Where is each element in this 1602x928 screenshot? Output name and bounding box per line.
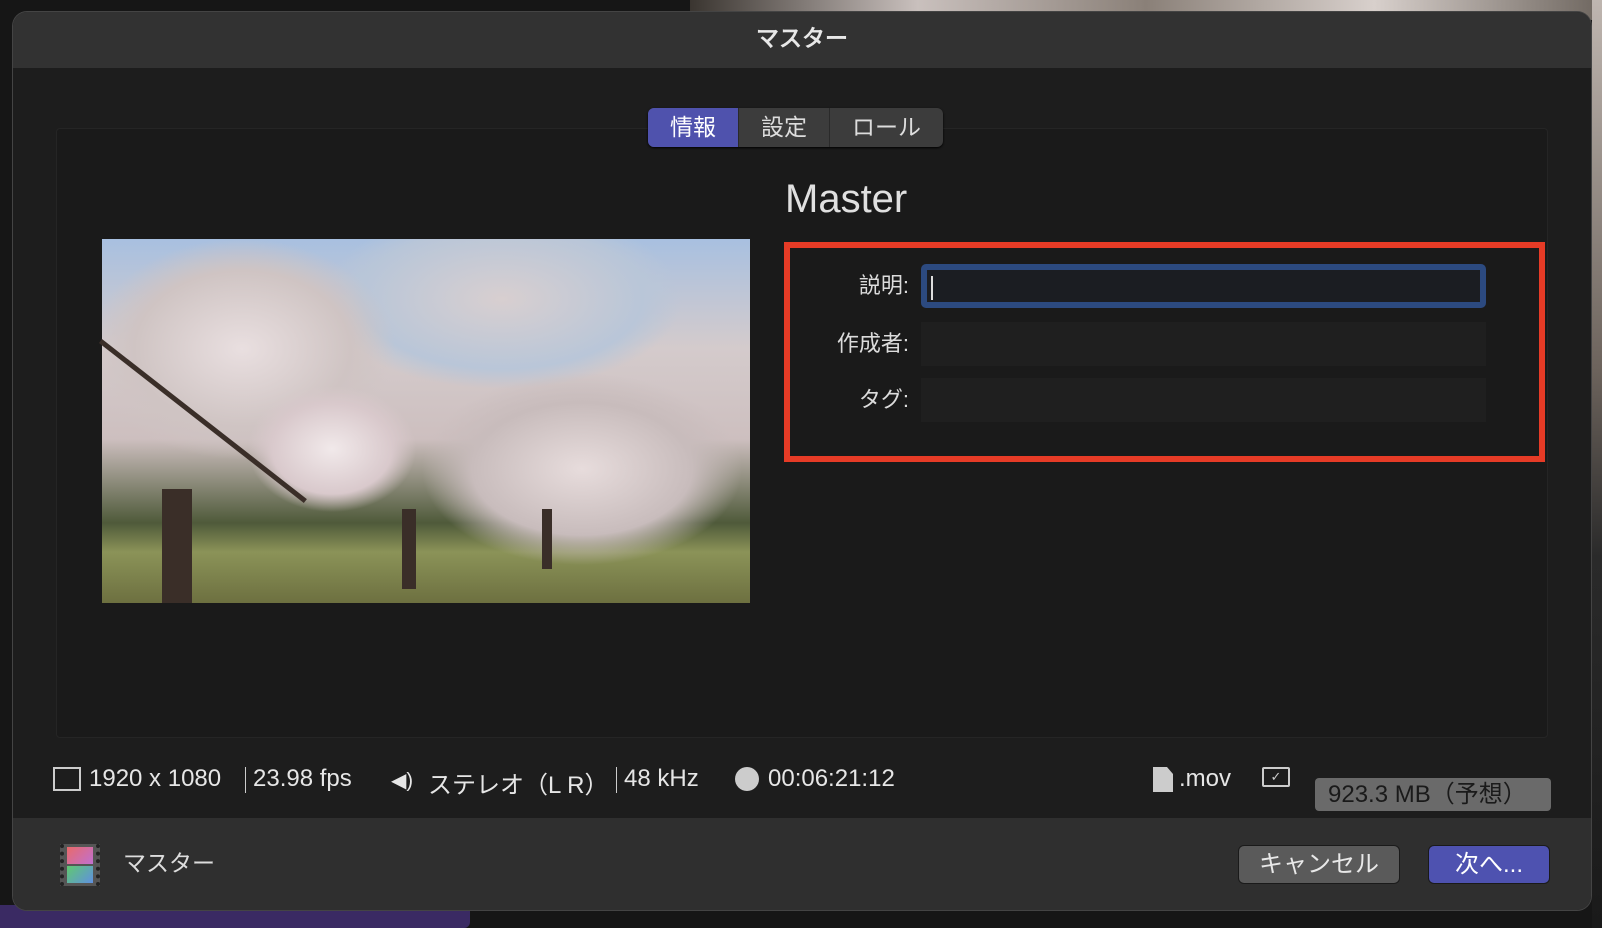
tab-settings[interactable]: 設定 [739, 108, 830, 147]
description-label: 説明: [858, 273, 909, 298]
share-dialog: マスター 情報 設定 ロール Master 説明: 作成者: タグ: 1920 … [13, 12, 1591, 910]
file-icon [1153, 767, 1173, 792]
description-row: 説明: [790, 261, 1539, 311]
monitor-check-icon: ✓ [1262, 767, 1290, 787]
divider [245, 767, 246, 793]
next-button[interactable]: 次へ... [1428, 845, 1550, 884]
divider [616, 767, 617, 793]
tags-input[interactable] [921, 378, 1486, 422]
tab-info[interactable]: 情報 [648, 108, 739, 147]
clip-thumbnail [98, 239, 750, 603]
cancel-button[interactable]: キャンセル [1238, 845, 1400, 884]
tags-label: タグ: [858, 387, 909, 412]
tab-bar: 情報 設定 ロール [648, 108, 943, 147]
clock-icon [735, 767, 759, 791]
clip-name-title: Master [785, 177, 908, 221]
resolution: 1920 x 1080 [89, 765, 222, 792]
estimated-file-size: 923.3 MB（予想） [1315, 778, 1551, 811]
sample-rate: 48 kHz [624, 765, 699, 792]
duration: 00:06:21:12 [768, 765, 895, 792]
background-viewer-edge [1592, 0, 1602, 928]
film-strip-icon [60, 844, 100, 886]
creator-input[interactable] [921, 322, 1486, 366]
tags-row: タグ: [790, 375, 1539, 425]
destination-name: マスター [123, 850, 215, 876]
metadata-fields-highlight: 説明: 作成者: タグ: [784, 242, 1545, 462]
creator-label: 作成者: [836, 331, 909, 356]
file-extension: .mov [1179, 765, 1232, 792]
speaker-icon: ◀) [391, 770, 414, 792]
resolution-icon [53, 767, 81, 791]
creator-row: 作成者: [790, 319, 1539, 369]
dialog-footer: マスター キャンセル 次へ... [13, 818, 1591, 910]
tab-roles[interactable]: ロール [830, 108, 943, 147]
status-bar: 1920 x 1080 23.98 fps ◀) ステレオ（L R） 48 kH… [13, 747, 1591, 811]
audio-channels: ステレオ（L R） [428, 772, 609, 799]
dialog-title: マスター [13, 12, 1591, 68]
frame-rate: 23.98 fps [253, 765, 352, 792]
description-input[interactable] [921, 264, 1486, 308]
